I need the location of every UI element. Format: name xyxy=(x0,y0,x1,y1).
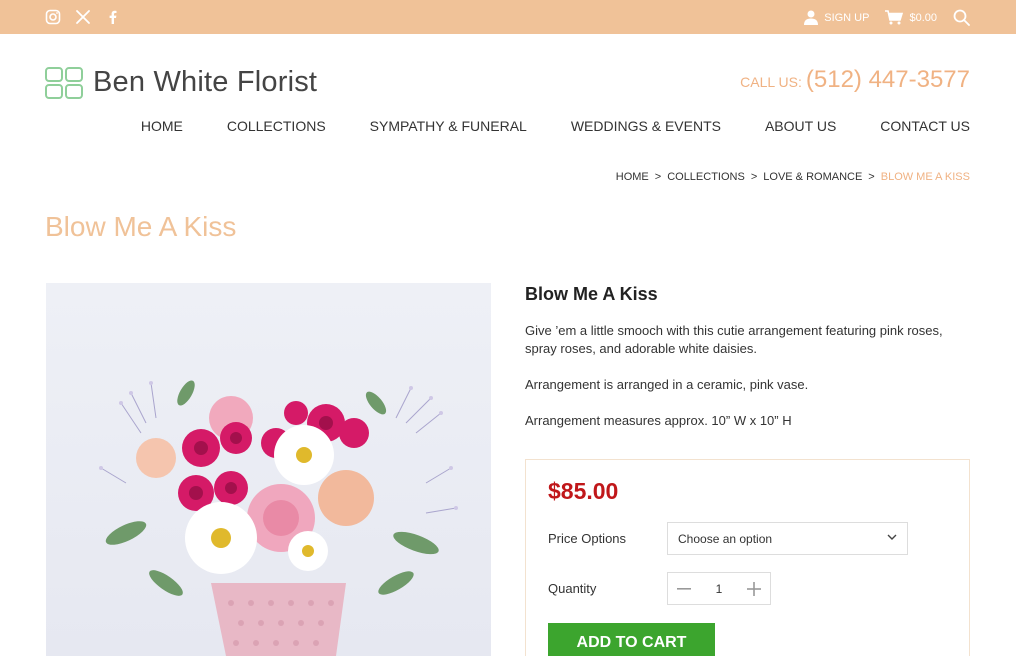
top-bar: SIGN UP $0.00 xyxy=(0,0,1016,34)
nav-home[interactable]: HOME xyxy=(141,118,183,134)
nav-sympathy-funeral[interactable]: SYMPATHY & FUNERAL xyxy=(370,118,527,134)
breadcrumb-home[interactable]: HOME xyxy=(616,171,649,183)
quantity-stepper: 1 xyxy=(667,572,771,605)
call-us-label: CALL US: xyxy=(740,74,802,90)
quantity-input[interactable]: 1 xyxy=(700,582,738,596)
facebook-icon[interactable] xyxy=(105,9,121,25)
top-right-actions: SIGN UP $0.00 xyxy=(788,9,970,26)
flower-arrangement-image xyxy=(99,380,458,656)
phone-number[interactable]: (512) 447-3577 xyxy=(806,66,970,94)
cart-total: $0.00 xyxy=(909,11,937,24)
breadcrumb-separator: > xyxy=(750,171,758,183)
nav-about-us[interactable]: ABOUT US xyxy=(765,118,836,134)
quantity-increase-button[interactable] xyxy=(738,573,770,604)
breadcrumb-separator: > xyxy=(654,171,662,183)
brand-logo[interactable]: Ben White Florist xyxy=(45,66,317,99)
main-nav: HOME COLLECTIONS SYMPATHY & FUNERAL WEDD… xyxy=(141,118,970,134)
breadcrumb: HOME > COLLECTIONS > LOVE & ROMANCE > BL… xyxy=(616,171,970,183)
instagram-icon[interactable] xyxy=(45,9,61,25)
page-title: Blow Me A Kiss xyxy=(45,211,237,242)
sign-up-label: SIGN UP xyxy=(824,11,870,24)
logo-icon xyxy=(45,66,83,99)
add-to-cart-button[interactable]: ADD TO CART xyxy=(548,623,715,656)
description-paragraph: Arrangement measures approx. 10” W x 10”… xyxy=(525,413,792,428)
user-icon xyxy=(804,10,819,25)
minus-icon xyxy=(677,587,691,590)
quantity-decrease-button[interactable] xyxy=(668,573,700,604)
product-price: $85.00 xyxy=(548,478,619,504)
cart-link[interactable]: $0.00 xyxy=(885,10,937,25)
breadcrumb-current: BLOW ME A KISS xyxy=(880,171,970,183)
add-to-cart-panel: $85.00 Price Options Choose an option Qu… xyxy=(525,459,970,656)
breadcrumb-collections[interactable]: COLLECTIONS xyxy=(667,171,745,183)
plus-icon xyxy=(747,581,761,596)
x-icon[interactable] xyxy=(75,9,91,25)
price-options-select[interactable]: Choose an option xyxy=(667,522,908,555)
call-us: CALL US: (512) 447-3577 xyxy=(740,66,970,94)
brand-name: Ben White Florist xyxy=(93,66,318,98)
social-links xyxy=(45,9,121,25)
nav-collections[interactable]: COLLECTIONS xyxy=(227,118,326,134)
breadcrumb-separator: > xyxy=(868,171,875,183)
nav-contact-us[interactable]: CONTACT US xyxy=(880,118,970,134)
price-options-value: Choose an option xyxy=(678,532,773,546)
description-paragraph: Give ’em a little smooch with this cutie… xyxy=(525,323,943,356)
sign-up-link[interactable]: SIGN UP xyxy=(804,10,869,25)
search-button[interactable] xyxy=(953,9,970,26)
cart-icon xyxy=(885,10,904,25)
search-icon xyxy=(953,9,970,26)
quantity-label: Quantity xyxy=(548,581,597,596)
description-paragraph: Arrangement is arranged in a ceramic, pi… xyxy=(525,377,809,392)
price-options-label: Price Options xyxy=(548,531,627,546)
breadcrumb-love-romance[interactable]: LOVE & ROMANCE xyxy=(763,171,862,183)
nav-weddings-events[interactable]: WEDDINGS & EVENTS xyxy=(571,118,721,134)
product-description: Give ’em a little smooch with this cutie… xyxy=(525,322,955,448)
chevron-down-icon xyxy=(887,534,897,540)
product-name: Blow Me A Kiss xyxy=(525,284,658,304)
product-image[interactable] xyxy=(46,283,491,656)
